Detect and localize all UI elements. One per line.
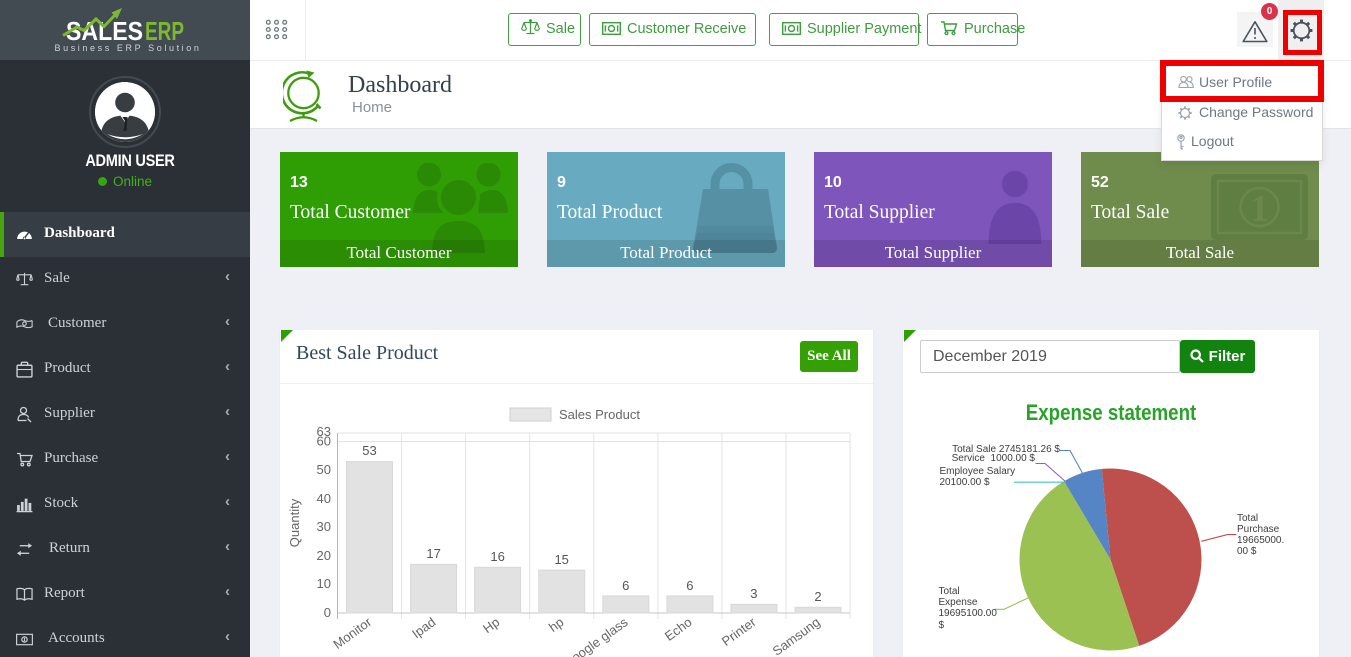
- svg-text:30: 30: [317, 519, 331, 534]
- svg-text:Printer: Printer: [719, 614, 759, 649]
- svg-text:Monitor: Monitor: [330, 614, 374, 652]
- svg-text:20: 20: [317, 548, 331, 563]
- svg-text:Google glass: Google glass: [560, 614, 631, 657]
- svg-text:hp: hp: [546, 614, 567, 635]
- svg-text:16: 16: [490, 549, 504, 564]
- svg-text:3: 3: [750, 586, 757, 601]
- svg-text:Samsung: Samsung: [770, 614, 823, 657]
- svg-text:2: 2: [814, 589, 821, 604]
- svg-text:ERP: ERP: [145, 16, 184, 46]
- svg-text:1: 1: [1250, 188, 1269, 230]
- svg-text:Echo: Echo: [662, 614, 695, 644]
- svg-text:17: 17: [426, 546, 440, 561]
- svg-text:6: 6: [622, 578, 629, 593]
- svg-text:Business ERP Solution: Business ERP Solution: [55, 43, 202, 53]
- svg-text:63: 63: [317, 424, 331, 439]
- svg-text:6: 6: [686, 578, 693, 593]
- svg-text:40: 40: [317, 491, 331, 506]
- svg-text:Quantity: Quantity: [287, 498, 302, 547]
- svg-text:Ipad: Ipad: [409, 614, 438, 641]
- svg-text:53: 53: [362, 443, 376, 458]
- svg-text:SALES: SALES: [66, 16, 143, 46]
- svg-text:10: 10: [317, 576, 331, 591]
- svg-text:Sales Product: Sales Product: [559, 407, 640, 422]
- svg-text:15: 15: [554, 552, 568, 567]
- svg-text:Hp: Hp: [480, 614, 502, 636]
- svg-text:50: 50: [317, 462, 331, 477]
- svg-text:0: 0: [324, 605, 331, 620]
